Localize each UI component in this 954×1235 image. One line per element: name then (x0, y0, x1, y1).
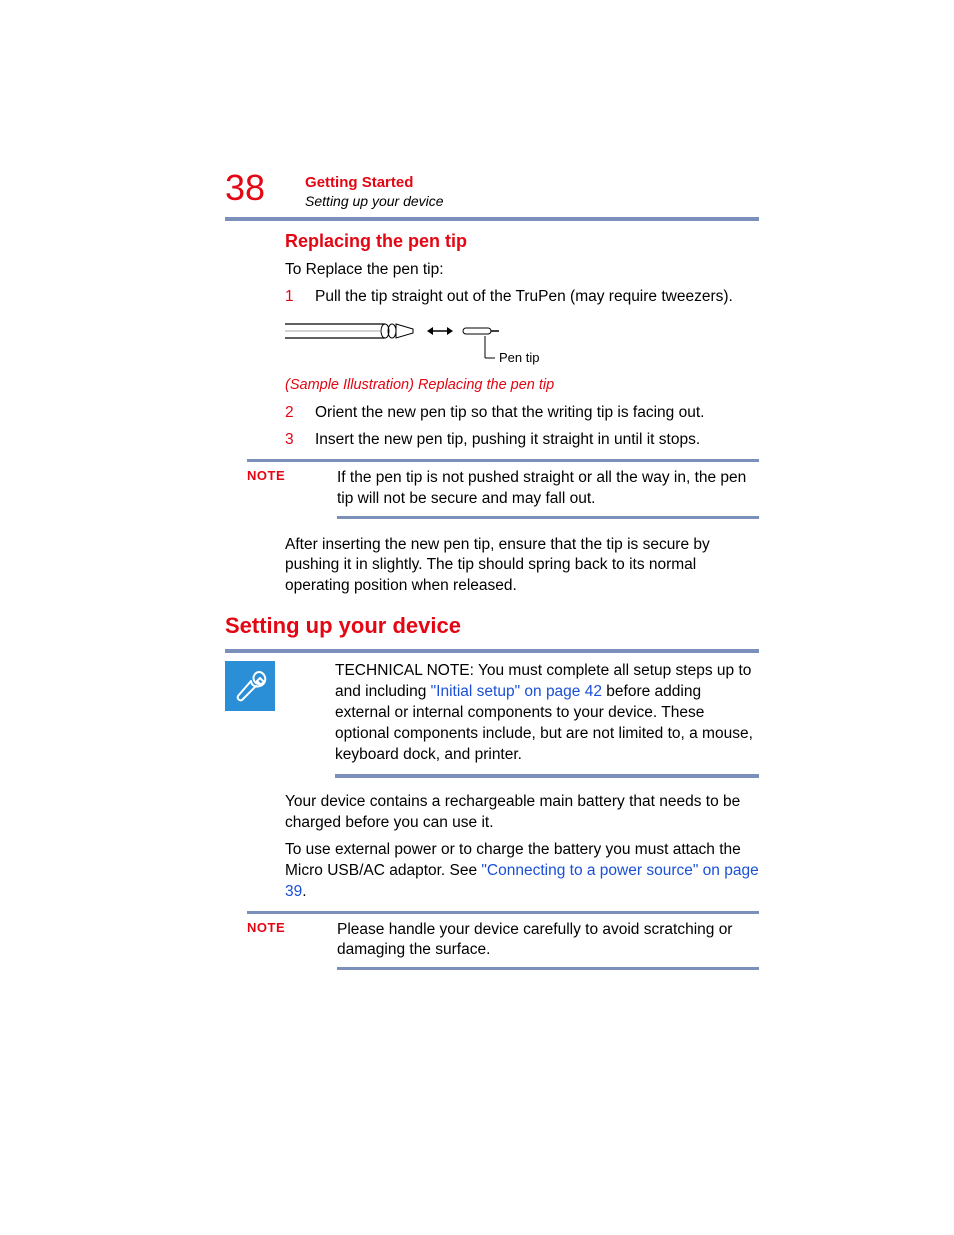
note-label: NOTE (247, 468, 337, 510)
figure-caption: (Sample Illustration) Replacing the pen … (285, 377, 759, 393)
step-text: Pull the tip straight out of the TruPen … (315, 287, 759, 308)
body-text: To use external power or to charge the b… (285, 840, 759, 903)
note-rule (337, 967, 759, 970)
running-head: Setting up your device (305, 193, 444, 209)
note-text: If the pen tip is not pushed straight or… (337, 468, 759, 510)
tech-note-text: TECHNICAL NOTE: You must complete all se… (335, 661, 759, 766)
tech-note-row: TECHNICAL NOTE: You must complete all se… (225, 653, 759, 774)
intro-text: To Replace the pen tip: (285, 260, 759, 281)
heading-setting-up-device: Setting up your device (225, 613, 759, 639)
list-item: 3 Insert the new pen tip, pushing it str… (285, 430, 759, 451)
note-label: NOTE (247, 920, 337, 962)
page-header: 38 Getting Started Setting up your devic… (225, 170, 759, 209)
body-text: After inserting the new pen tip, ensure … (285, 535, 759, 598)
document-page: 38 Getting Started Setting up your devic… (0, 0, 954, 1235)
step-number: 3 (285, 430, 315, 451)
subheading-replacing-pen-tip: Replacing the pen tip (285, 231, 759, 252)
pen-illustration-svg: Pen tip (285, 316, 545, 368)
technical-note-box: TECHNICAL NOTE: You must complete all se… (225, 649, 759, 778)
note-row: NOTE Please handle your device carefully… (247, 914, 759, 968)
note-text: Please handle your device carefully to a… (337, 920, 759, 962)
body-text: Your device contains a rechargeable main… (285, 792, 759, 834)
note-row: NOTE If the pen tip is not pushed straig… (247, 462, 759, 516)
header-text-block: Getting Started Setting up your device (305, 170, 444, 209)
page-number: 38 (225, 170, 265, 206)
step-list: 1 Pull the tip straight out of the TruPe… (285, 287, 759, 308)
step-number: 2 (285, 403, 315, 424)
wrench-icon (225, 661, 275, 711)
step-text: Orient the new pen tip so that the writi… (315, 403, 759, 424)
chapter-title: Getting Started (305, 174, 444, 191)
list-item: 1 Pull the tip straight out of the TruPe… (285, 287, 759, 308)
note-rule (337, 516, 759, 519)
step-text: Insert the new pen tip, pushing it strai… (315, 430, 759, 451)
pen-tip-callout-label: Pen tip (499, 350, 539, 365)
note-box-2: NOTE Please handle your device carefully… (225, 911, 759, 971)
list-item: 2 Orient the new pen tip so that the wri… (285, 403, 759, 424)
note-box-1: NOTE If the pen tip is not pushed straig… (225, 459, 759, 519)
pen-tip-illustration: Pen tip (285, 316, 759, 373)
step-number: 1 (285, 287, 315, 308)
step-list-cont: 2 Orient the new pen tip so that the wri… (285, 403, 759, 451)
tech-note-rule (335, 774, 759, 778)
body3-post: . (302, 883, 306, 900)
link-initial-setup[interactable]: "Initial setup" on page 42 (431, 683, 602, 700)
header-rule (225, 217, 759, 221)
